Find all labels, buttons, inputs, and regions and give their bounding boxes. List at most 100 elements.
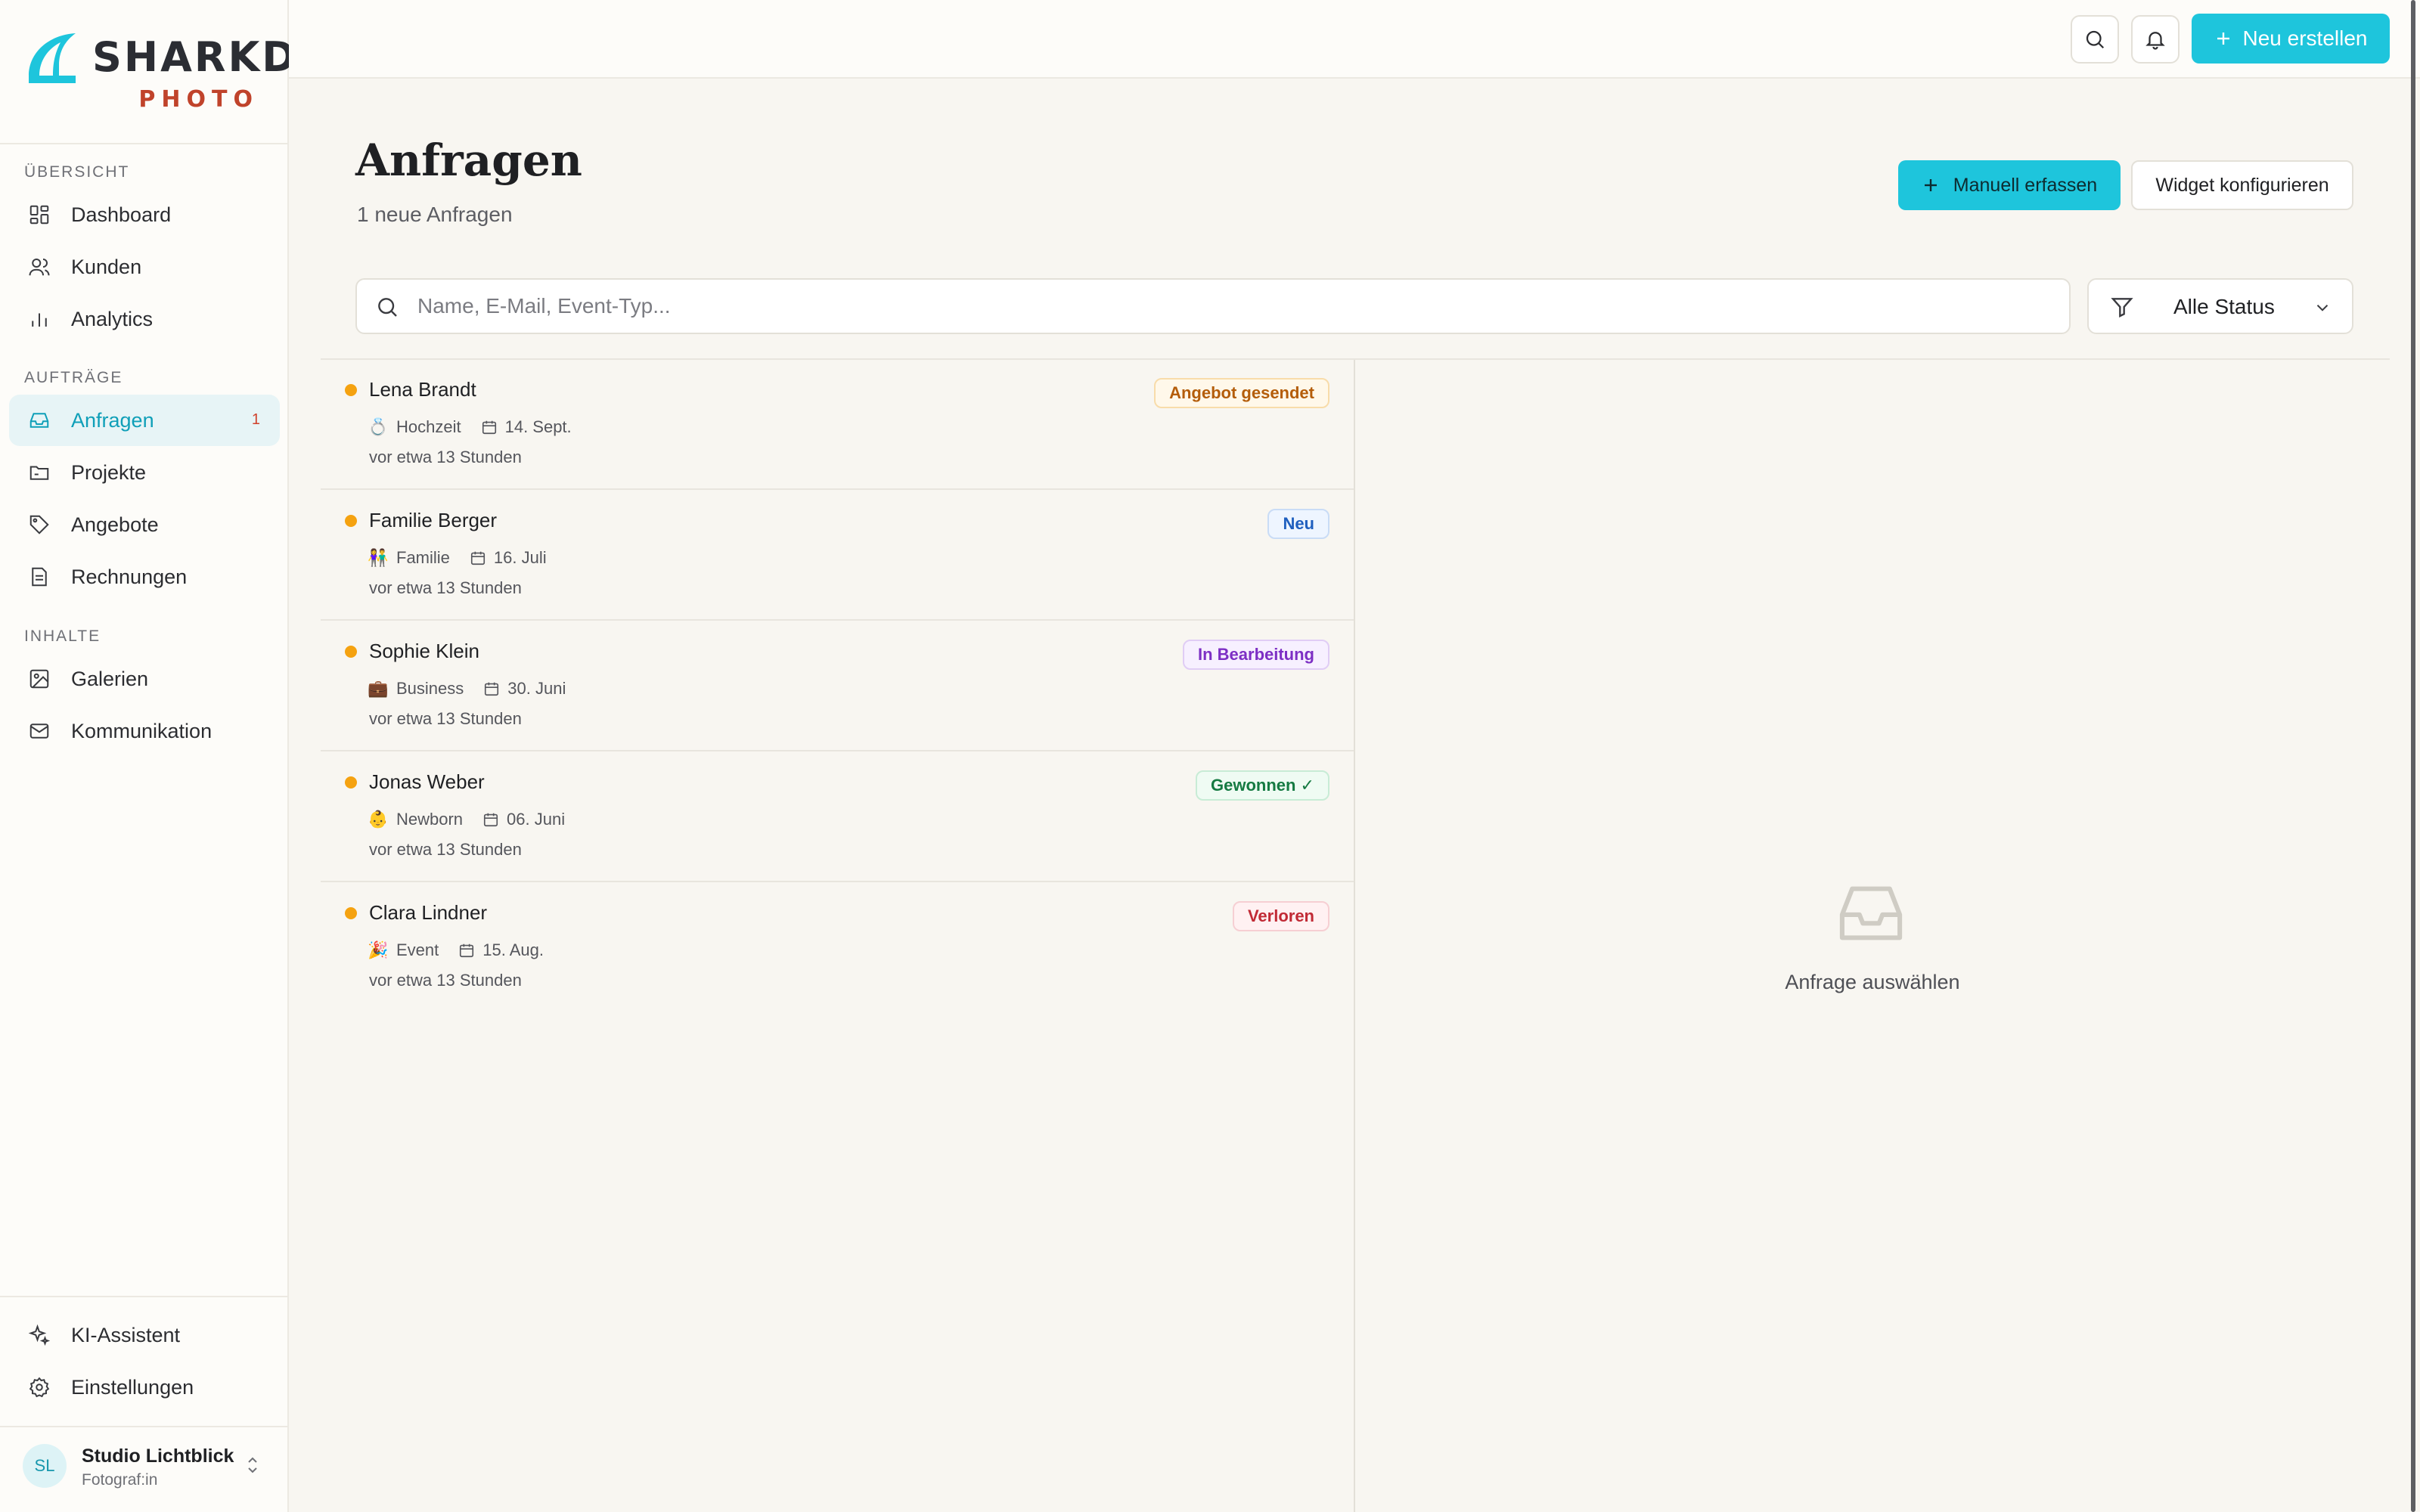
filter-icon bbox=[2110, 295, 2134, 319]
status-badge: Neu bbox=[1267, 509, 1329, 539]
sidebar-item-anfragen[interactable]: Anfragen 1 bbox=[9, 395, 280, 446]
list-item[interactable]: Clara Lindner 🎉 Event 15. Aug. vor etwa … bbox=[321, 883, 1355, 1013]
inquiry-time: vor etwa 13 Stunden bbox=[369, 971, 522, 990]
list-item[interactable]: Familie Berger 👫 Familie 16. Juli vor et… bbox=[321, 491, 1355, 621]
status-badge: In Bearbeitung bbox=[1182, 640, 1329, 670]
unread-dot bbox=[345, 646, 357, 658]
plus-icon bbox=[1922, 176, 1940, 194]
new-create-button[interactable]: Neu erstellen bbox=[2192, 14, 2390, 64]
panel-divider bbox=[1354, 360, 1355, 1512]
inquiry-name: Jonas Weber bbox=[369, 770, 485, 793]
sidebar-item-angebote[interactable]: Angebote bbox=[9, 499, 280, 550]
baby-icon: 👶 bbox=[368, 810, 389, 829]
search-box bbox=[355, 278, 2071, 334]
image-icon bbox=[27, 667, 51, 691]
sidebar-item-label: Galerien bbox=[71, 667, 149, 690]
inquiry-date: 06. Juni bbox=[507, 810, 566, 829]
empty-state-text: Anfrage auswählen bbox=[1785, 971, 1960, 993]
inquiry-list: Lena Brandt 💍 Hochzeit 14. Sept. vor etw… bbox=[321, 360, 1355, 1512]
list-item[interactable]: Jonas Weber 👶 Newborn 06. Juni vor etwa … bbox=[321, 752, 1355, 882]
scrollbar[interactable] bbox=[2411, 0, 2415, 1512]
sidebar-divider bbox=[0, 1296, 287, 1297]
sidebar-item-label: Angebote bbox=[71, 513, 159, 536]
chevron-up-down-icon bbox=[245, 1455, 260, 1476]
status-filter-select[interactable]: Alle Status bbox=[2087, 278, 2353, 334]
inquiry-type: Newborn bbox=[396, 810, 464, 829]
sidebar-item-label: Kunden bbox=[71, 255, 142, 278]
search-icon bbox=[2083, 28, 2106, 51]
mail-icon bbox=[27, 719, 51, 743]
widget-config-label: Widget konfigurieren bbox=[2155, 174, 2329, 196]
user-role: Fotograf:in bbox=[82, 1471, 158, 1489]
sidebar-item-label: Kommunikation bbox=[71, 719, 213, 742]
ring-icon: 💍 bbox=[368, 417, 389, 436]
sidebar-item-label: Anfragen bbox=[71, 408, 154, 432]
list-item[interactable]: Sophie Klein 💼 Business 30. Juni vor etw… bbox=[321, 621, 1355, 751]
inquiry-type: Hochzeit bbox=[396, 417, 461, 436]
sidebar-item-label: Analytics bbox=[71, 307, 154, 330]
sidebar-item-dashboard[interactable]: Dashboard bbox=[9, 189, 280, 240]
manual-entry-label: Manuell erfassen bbox=[1953, 174, 2098, 196]
inquiry-date: 15. Aug. bbox=[482, 940, 544, 959]
inquiry-meta: 💼 Business 30. Juni bbox=[368, 679, 566, 699]
inquiry-type: Business bbox=[396, 679, 464, 698]
page-subtitle: 1 neue Anfragen bbox=[357, 203, 513, 226]
sparkles-icon bbox=[27, 1323, 51, 1347]
sidebar-item-label: KI-Assistent bbox=[71, 1323, 181, 1346]
section-title-content: INHALTE bbox=[24, 627, 101, 645]
inquiry-meta: 👫 Familie 16. Juli bbox=[368, 548, 546, 568]
inquiry-date: 30. Juni bbox=[507, 679, 566, 698]
bell-icon bbox=[2144, 28, 2167, 51]
page-title: Anfragen bbox=[355, 135, 582, 186]
grid-icon bbox=[27, 203, 51, 227]
list-item[interactable]: Lena Brandt 💍 Hochzeit 14. Sept. vor etw… bbox=[321, 360, 1355, 490]
sidebar-item-rechnungen[interactable]: Rechnungen bbox=[9, 551, 280, 603]
inquiry-time: vor etwa 13 Stunden bbox=[369, 709, 522, 728]
inquiry-date: 14. Sept. bbox=[504, 417, 572, 436]
unread-dot bbox=[345, 384, 357, 396]
sidebar-item-analytics[interactable]: Analytics bbox=[9, 293, 280, 345]
user-name: Studio Lichtblick bbox=[82, 1445, 234, 1467]
account-switcher[interactable]: SL Studio Lichtblick Fotograf:in bbox=[0, 1427, 287, 1512]
logo-area: SHARKD PHOTO bbox=[0, 0, 296, 144]
widget-config-button[interactable]: Widget konfigurieren bbox=[2131, 160, 2353, 210]
unread-dot bbox=[345, 907, 357, 919]
inquiry-meta: 💍 Hochzeit 14. Sept. bbox=[368, 417, 572, 437]
plus-icon bbox=[2214, 29, 2232, 48]
sidebar-item-kommunikation[interactable]: Kommunikation bbox=[9, 705, 280, 757]
inquiry-type: Familie bbox=[396, 548, 450, 567]
status-filter-value: Alle Status bbox=[2173, 295, 2275, 318]
section-title-overview: ÜBERSICHT bbox=[24, 163, 130, 181]
sidebar-item-ki-assistent[interactable]: KI-Assistent bbox=[9, 1309, 280, 1361]
sidebar: SHARKD PHOTO ÜBERSICHT Dashboard Kunden … bbox=[0, 0, 296, 1512]
topbar: Neu erstellen bbox=[289, 0, 2420, 79]
sidebar-item-label: Projekte bbox=[71, 460, 147, 484]
status-badge: Verloren bbox=[1232, 901, 1329, 931]
users-icon bbox=[27, 255, 51, 279]
gear-icon bbox=[27, 1375, 51, 1399]
shark-fin-logo-icon bbox=[26, 30, 79, 86]
sidebar-item-galerien[interactable]: Galerien bbox=[9, 653, 280, 705]
section-title-orders: AUFTRÄGE bbox=[24, 369, 123, 386]
notifications-button[interactable] bbox=[2131, 15, 2180, 64]
status-badge: Angebot gesendet bbox=[1154, 378, 1329, 408]
sidebar-item-kunden[interactable]: Kunden bbox=[9, 241, 280, 293]
manual-entry-button[interactable]: Manuell erfassen bbox=[1898, 160, 2121, 210]
search-button[interactable] bbox=[2071, 15, 2119, 64]
calendar-icon bbox=[482, 811, 499, 828]
search-input[interactable] bbox=[417, 280, 2043, 333]
avatar: SL bbox=[23, 1444, 67, 1488]
inquiry-time: vor etwa 13 Stunden bbox=[369, 840, 522, 859]
unread-dot bbox=[345, 515, 357, 527]
sidebar-item-label: Dashboard bbox=[71, 203, 172, 226]
inbox-icon bbox=[27, 408, 51, 432]
party-icon: 🎉 bbox=[368, 940, 389, 959]
inquiry-name: Familie Berger bbox=[369, 509, 498, 531]
sidebar-item-projekte[interactable]: Projekte bbox=[9, 447, 280, 498]
inquiry-name: Sophie Klein bbox=[369, 640, 479, 662]
unread-count-badge: 1 bbox=[251, 411, 260, 428]
inquiry-name: Lena Brandt bbox=[369, 378, 476, 401]
calendar-icon bbox=[481, 419, 498, 435]
inbox-empty-icon bbox=[1836, 883, 1906, 943]
sidebar-item-einstellungen[interactable]: Einstellungen bbox=[9, 1362, 280, 1413]
